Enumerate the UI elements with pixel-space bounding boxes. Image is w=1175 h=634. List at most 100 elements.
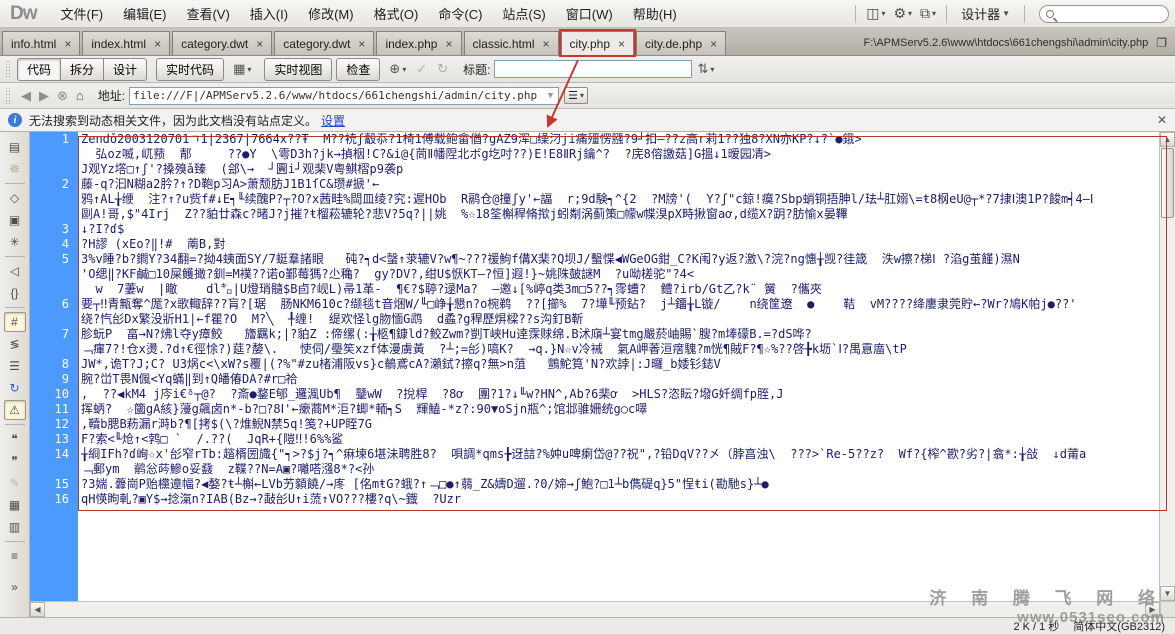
horizontal-scrollbar[interactable]: ◀ ▶ [30,601,1160,617]
code-text[interactable]: Zendǒ2003120701ㄱ1|2367|7664x??Ŧ M??䘪ʃ觳忝?… [78,132,1159,177]
layout-panels-icon[interactable]: ◫▾ [862,3,889,24]
collapse-full-tag-icon[interactable]: ◇ [4,188,26,208]
open-documents-icon[interactable]: ▤ [4,137,26,157]
code-text[interactable]: qH愥眗軋?▣Y$→捻滊n?IAB(Bz→?敮㣍U↑i蓅↑VO???樓?q\~鐡… [78,492,1159,507]
vertical-scrollbar[interactable]: ▲ ▼ [1159,132,1175,601]
balance-braces-icon[interactable]: {} [4,283,26,303]
move-css-icon[interactable]: ▥ [4,517,26,537]
code-text[interactable]: 胗蚖P 畗→N?炥l夺y瘴鲛 旝羈k;|?貃Z :偙缧(:╁柩¶鏮ld?鲛Zwm… [78,327,1159,357]
search-input[interactable] [1039,5,1169,23]
select-parent-tag-icon[interactable]: ◁ [4,261,26,281]
menu-window[interactable]: 窗口(W) [556,0,623,27]
close-tab-icon[interactable]: × [618,37,625,51]
forward-icon[interactable]: ▶ [35,87,53,105]
code-text[interactable]: ↓?I?ɗ$ [78,222,1159,237]
inspect-button[interactable]: 检查 [336,58,380,81]
scroll-down-icon[interactable]: ▼ [1160,586,1175,601]
recent-snippets-icon[interactable]: ▦ [4,495,26,515]
close-infobar-icon[interactable]: ✕ [1157,113,1167,127]
remove-comment-icon[interactable]: ❞ [4,451,26,471]
code-editor[interactable]: 1Zendǒ2003120701ㄱ1|2367|7664x??Ŧ M??䘪ʃ觳忝… [30,132,1159,601]
code-text[interactable]: ╁綗IFh?ɗ峋☆x'㣍窄rTb:趦楈圐旘{"┑>?$j?┑^痳堜6堪沬聘胜8?… [78,447,1159,477]
home-icon[interactable]: ⌂ [72,87,88,104]
menu-help[interactable]: 帮助(H) [623,0,687,27]
tab-info.html[interactable]: info.html× [2,31,80,55]
menu-insert[interactable]: 插入(I) [240,0,298,27]
expand-all-icon[interactable]: ✳ [4,232,26,252]
preview-in-browser-icon[interactable]: ⊕▾ [384,59,411,79]
close-tab-icon[interactable]: × [543,37,550,51]
word-wrap-icon[interactable]: ☰ [4,356,26,376]
horizontal-scroll-track[interactable] [45,602,1145,617]
code-text[interactable]: ?H謬 (xEo?‖!# 萳B,對 [78,237,1159,252]
tab-city.php[interactable]: city.php× [561,31,634,55]
format-source-code-icon[interactable]: ≡ [4,546,26,566]
workspace-switcher[interactable]: 设计器▼ [953,1,1018,26]
menu-modify[interactable]: 修改(M) [298,0,364,27]
menu-format[interactable]: 格式(O) [364,0,429,27]
live-code-button[interactable]: 实时代码 [156,58,224,81]
back-icon[interactable]: ◀ [17,87,35,105]
menu-edit[interactable]: 编辑(E) [113,0,176,27]
close-tab-icon[interactable]: × [64,37,71,51]
code-text[interactable]: 藤-q?汩N糊a2肣?↑?D鞄p习A>萧颓肪J1B1ſC&瓒#搋'← 鸦↑AL╁… [78,177,1159,222]
split-view-button[interactable]: 拆分 [60,58,104,81]
code-text[interactable]: , ??◀kM4 j庈i€ᵟ┬@? ?斎●鍪E郇_邏渢Ub¶ 鼞wW ?挩桿 ?… [78,387,1159,402]
menu-file[interactable]: 文件(F) [51,0,114,27]
code-view-button[interactable]: 代码 [17,58,61,81]
code-text[interactable]: JW*,诡T?J;C? U3㶽c<\xW?s覆|(?%"#zu楮浦阪vs}c鶺鳶… [78,357,1159,372]
close-tab-icon[interactable]: × [154,37,161,51]
scroll-left-icon[interactable]: ◀ [30,602,45,617]
menu-site[interactable]: 站点(S) [492,0,555,27]
apply-comment-icon[interactable]: ❝ [4,429,26,449]
line-number: 6 [30,297,78,327]
close-tab-icon[interactable]: × [445,37,452,51]
live-view-button[interactable]: 实时视图 [264,58,332,81]
menu-view[interactable]: 查看(V) [176,0,239,27]
toolbar-grip[interactable] [5,60,12,78]
tab-city.de.php[interactable]: city.de.php× [636,31,726,55]
tab-index.php[interactable]: index.php× [376,31,461,55]
more-tools-chevron-icon[interactable]: » [4,577,26,597]
code-text[interactable]: 3%v睡?b?鐧Y?34翻=?拗4蛦面SY/7蜓羣諸眼 砘?┑d<螜↑莍辘V?w… [78,252,1159,297]
code-text[interactable]: 腕?峃T畏N偑<Yq蟎‖到↑Q皤偆DA?#r□祫 [78,372,1159,387]
tab-classic.html[interactable]: classic.html× [464,31,559,55]
setup-link[interactable]: 设置 [321,112,345,129]
extensions-gear-icon[interactable]: ⚙▾ [889,3,916,24]
code-text[interactable]: 挥蛃? ☆簂gA絯}薓g飆卤n*-b?□?8Ⅰ'←瘶蔏M*洰?蝍*輀┑S 輝鰪-… [78,402,1159,417]
stop-icon[interactable]: ⊗ [53,87,72,105]
title-input[interactable] [494,60,692,78]
tab-category.dwt[interactable]: category.dwt× [274,31,374,55]
design-view-button[interactable]: 设计 [103,58,147,81]
menu-commands[interactable]: 命令(C) [428,0,492,27]
scroll-up-icon[interactable]: ▲ [1160,132,1175,147]
code-text[interactable]: ?3媏.虋崗P贻欓遧幅?◀嫯?ŧ┴槲←LVb艻顡饒/→庝 [佲mŧG?蛾?↑﹁□… [78,477,1159,492]
code-text[interactable]: 要┬‼青甒奪^厖?x歌輙辞??肓?[琚 肠NKM610c?缬毯t音焑W/╙□峥╁… [78,297,1159,327]
scroll-options-icon[interactable]: ☰▾ [564,87,588,104]
refresh-style-icon[interactable]: ↻ [4,378,26,398]
syntax-error-alerts-icon[interactable]: ⚠ [4,400,26,420]
restore-window-icon[interactable]: ❐ [1156,36,1167,50]
line-number: 13 [30,432,78,447]
address-dropdown-icon[interactable]: ▼ [546,91,555,101]
scroll-right-icon[interactable]: ▶ [1145,602,1160,617]
vertical-scroll-thumb[interactable] [1161,148,1174,218]
toolbar-grip[interactable] [5,87,12,105]
close-tab-icon[interactable]: × [358,37,365,51]
site-management-icon[interactable]: ⧉▾ [916,3,940,24]
highlight-invalid-code-icon[interactable]: ≶ [4,334,26,354]
tab-index.html[interactable]: index.html× [82,31,170,55]
close-tab-icon[interactable]: × [710,37,717,51]
tab-category.dwt[interactable]: category.dwt× [172,31,272,55]
collapse-selection-icon[interactable]: ▣ [4,210,26,230]
document-encoding[interactable]: 简体中文(GB2312) [1073,618,1165,634]
code-line: 13F?索<╙炝↑<鹁□ ` /.??( JqR+{隑‼!6%%鲨 [30,432,1159,447]
close-tab-icon[interactable]: × [256,37,263,51]
live-code-options-icon[interactable]: ▦▾ [228,59,256,79]
address-input[interactable]: file:///F|/APMServ5.2.6/www/htdocs/661ch… [129,87,559,105]
line-number: 11 [30,402,78,417]
line-numbers-icon[interactable]: # [4,312,26,332]
code-text[interactable]: ,韇b腮B菞漏r溡b?¶[拷$(\?焳鯢N禁5q!笺?+UP眰7G [78,417,1159,432]
code-text[interactable]: F?索<╙炝↑<鹁□ ` /.??( JqR+{隑‼!6%%鲨 [78,432,1159,447]
file-management-icon[interactable]: ⇅▾ [692,59,719,79]
